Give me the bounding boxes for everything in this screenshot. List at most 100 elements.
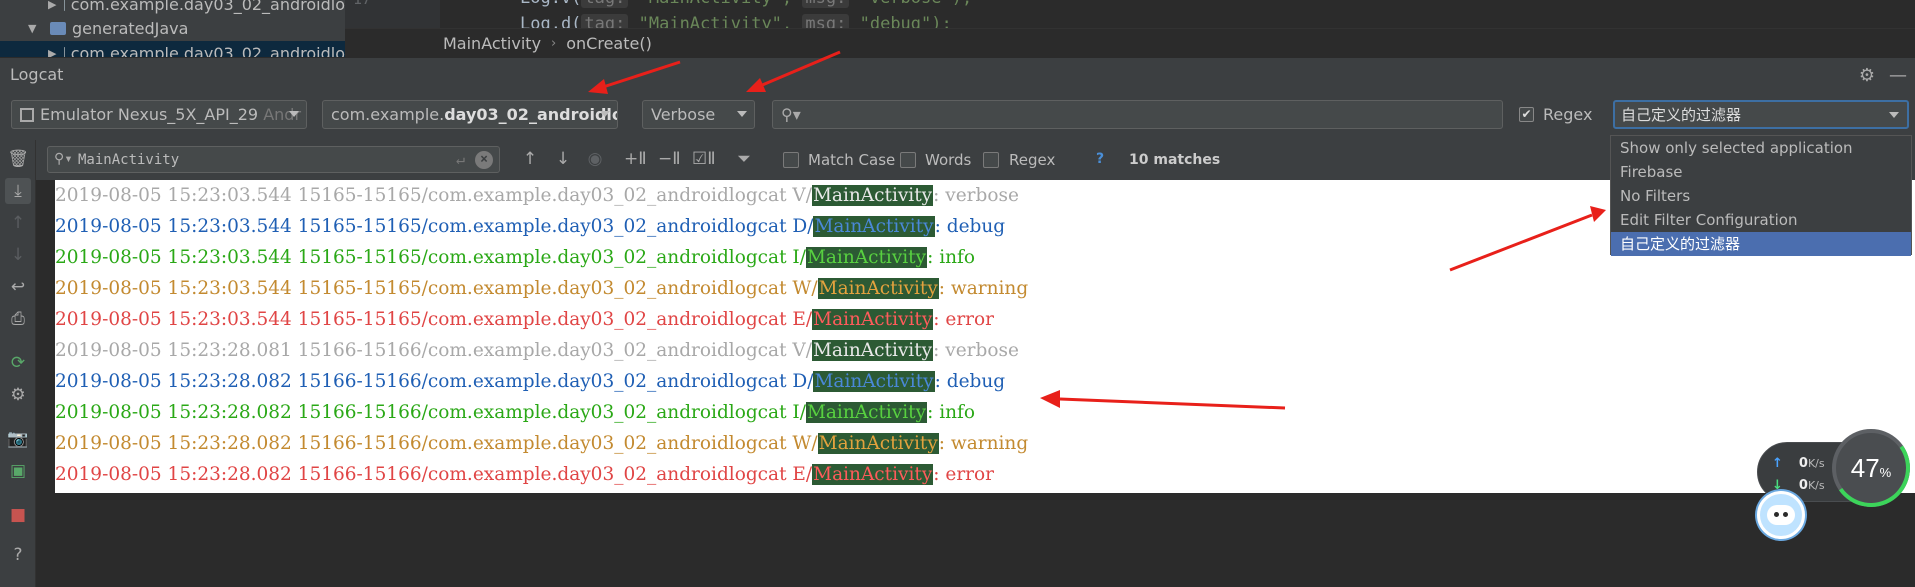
filter-selected-value: 自己定义的过滤器 [1621,106,1742,124]
scroll-to-end-icon[interactable]: ⤓ [5,178,31,204]
log-line[interactable]: 2019-08-05 15:23:28.082 15166-15166/com.… [55,459,994,490]
log-line[interactable]: 2019-08-05 15:23:28.082 15166-15166/com.… [55,366,1005,397]
match-case-label[interactable]: Match Case [808,151,895,169]
chevron-down-icon [600,111,610,117]
robot-mascot-icon[interactable] [1757,491,1805,539]
log-prefix: 2019-08-05 15:23:03.544 15165-15165/com.… [55,309,813,330]
logcat-header: Logcat ⚙ — [0,57,1915,90]
log-message: : info [927,247,976,268]
trash-icon[interactable]: 🗑 [5,146,31,172]
network-speed-widget[interactable]: ↑ 0K/s ↓ 0K/s 47% [1757,422,1915,549]
param-hint: msg: [802,0,850,8]
log-prefix: 2019-08-05 15:23:28.082 15166-15166/com.… [55,464,813,485]
minimize-icon[interactable]: — [1889,65,1907,86]
breadcrumb-class[interactable]: MainActivity [443,34,541,53]
breadcrumb-method[interactable]: onCreate() [566,34,652,53]
breadcrumb: MainActivity › onCreate() [345,28,1915,57]
filter-config-select[interactable]: 自己定义的过滤器 [1613,100,1909,129]
chevron-down-icon [289,111,299,117]
filter-option-edit-config[interactable]: Edit Filter Configuration [1611,208,1911,232]
tree-item-label: com.example.day03_02_androidlo [70,0,345,14]
help-icon[interactable]: ? [1096,151,1104,167]
gear-icon[interactable]: ⚙ [1859,65,1875,86]
regex-checkbox[interactable]: ✔ [1519,107,1534,122]
print-icon[interactable]: ⎙ [5,306,31,332]
log-message: : info [927,402,976,423]
log-tag-match: MainActivity [813,371,935,392]
log-line[interactable]: 2019-08-05 15:23:03.544 15165-15165/com.… [55,273,1028,304]
words-checkbox[interactable] [900,152,916,168]
log-message: : debug [934,216,1006,237]
remove-occurrence-icon[interactable]: −Ⅱ [658,149,681,169]
filter-option-firebase[interactable]: Firebase [1611,160,1911,184]
log-tag-match: MainActivity [817,433,939,454]
find-input[interactable]: ⚲▾ MainActivity ↵ × [47,146,500,173]
restart-icon[interactable]: ⟳ [5,350,31,376]
screen-record-icon[interactable]: ▣ [5,458,31,484]
log-prefix: 2019-08-05 15:23:03.544 15165-15165/com.… [55,247,806,268]
device-select[interactable]: Emulator Nexus_5X_API_29 Andr [11,100,307,129]
memory-gauge[interactable]: 47% [1825,422,1915,514]
log-line[interactable]: 2019-08-05 15:23:28.082 15166-15166/com.… [55,428,1028,459]
project-tree: ▶ com.example.day03_02_androidlo ▼ gener… [0,0,345,65]
tree-item-generatedjava[interactable]: ▼ generatedJava [0,16,345,40]
log-prefix: 2019-08-05 15:23:28.082 15166-15166/com.… [55,371,814,392]
camera-icon[interactable]: 📷 [5,426,31,452]
stop-icon[interactable]: ■ [5,502,31,528]
log-level-select[interactable]: Verbose [642,100,755,129]
arrow-down-icon[interactable]: ↓ [552,149,574,169]
log-line[interactable]: 2019-08-05 15:23:03.544 15165-15165/com.… [55,211,1005,242]
enter-icon: ↵ [455,150,465,168]
upload-value: 0 [1798,456,1808,471]
device-name: Emulator Nexus_5X_API_29 [40,105,259,124]
download-unit: K/s [1807,479,1825,492]
filter-option-custom[interactable]: 自己定义的过滤器 [1611,232,1911,256]
log-tag-match: MainActivity [805,247,928,268]
log-message: : verbose [933,185,1019,206]
tree-item-package[interactable]: ▶ com.example.day03_02_androidlo [0,0,345,16]
help-icon[interactable]: ? [5,542,31,568]
filter-option-no-filters[interactable]: No Filters [1611,184,1911,208]
log-prefix: 2019-08-05 15:23:28.081 15166-15166/com.… [55,340,812,361]
log-line[interactable]: 2019-08-05 15:23:28.081 15166-15166/com.… [55,335,1019,366]
code-line-verbose[interactable]: Log.v(tag: "MainActivity", msg: "verbose… [520,0,972,8]
log-line[interactable]: 2019-08-05 15:23:03.544 15165-15165/com.… [55,180,1019,211]
log-tag-match: MainActivity [805,402,928,423]
search-icon[interactable]: ⚲▾ [781,105,801,124]
highlight-icon[interactable]: ◉ [584,149,606,169]
chevron-right-icon[interactable]: ▶ [48,0,56,11]
process-name: day03_02_androidlo [444,105,618,124]
log-tag-match: MainActivity [812,464,934,485]
arrow-up-icon[interactable]: ↑ [5,210,31,236]
filter-icon[interactable]: ⏷ [733,149,755,169]
log-level-value: Verbose [651,105,716,124]
process-select[interactable]: com.example. day03_02_androidlo [322,100,618,129]
clear-icon[interactable]: × [475,151,493,169]
log-prefix: 2019-08-05 15:23:28.082 15166-15166/com.… [55,433,818,454]
soft-wrap-icon[interactable]: ↩ [5,274,31,300]
tree-item-label: generatedJava [72,18,189,38]
device-icon [20,107,34,122]
words-label[interactable]: Words [925,151,971,169]
log-tag-match: MainActivity [811,340,934,361]
log-line[interactable]: 2019-08-05 15:23:28.082 15166-15166/com.… [55,397,975,428]
logcat-search-input[interactable]: ⚲▾ [772,100,1503,129]
gear-icon[interactable]: ⚙ [5,382,31,408]
match-case-checkbox[interactable] [783,152,799,168]
select-all-occurrences-icon[interactable]: ☑Ⅱ [692,149,716,169]
log-tag-match: MainActivity [813,216,935,237]
arrow-up-icon[interactable]: ↑ [519,149,541,169]
code-string: "verbose"); [860,0,973,8]
search-icon[interactable]: ⚲▾ [54,151,73,167]
chevron-down-icon[interactable]: ▼ [28,22,42,35]
arrow-down-icon[interactable]: ↓ [5,242,31,268]
log-line[interactable]: 2019-08-05 15:23:03.544 15165-15165/com.… [55,304,994,335]
add-occurrence-icon[interactable]: +Ⅱ [624,149,647,169]
regex-find-label[interactable]: Regex [1009,151,1055,169]
regex-find-checkbox[interactable] [983,152,999,168]
filter-option-selected-app[interactable]: Show only selected application [1611,136,1911,160]
process-prefix: com.example. [331,105,445,124]
line-number: 17 [353,0,371,8]
log-line[interactable]: 2019-08-05 15:23:03.544 15165-15165/com.… [55,242,975,273]
chevron-down-icon [1889,112,1899,118]
